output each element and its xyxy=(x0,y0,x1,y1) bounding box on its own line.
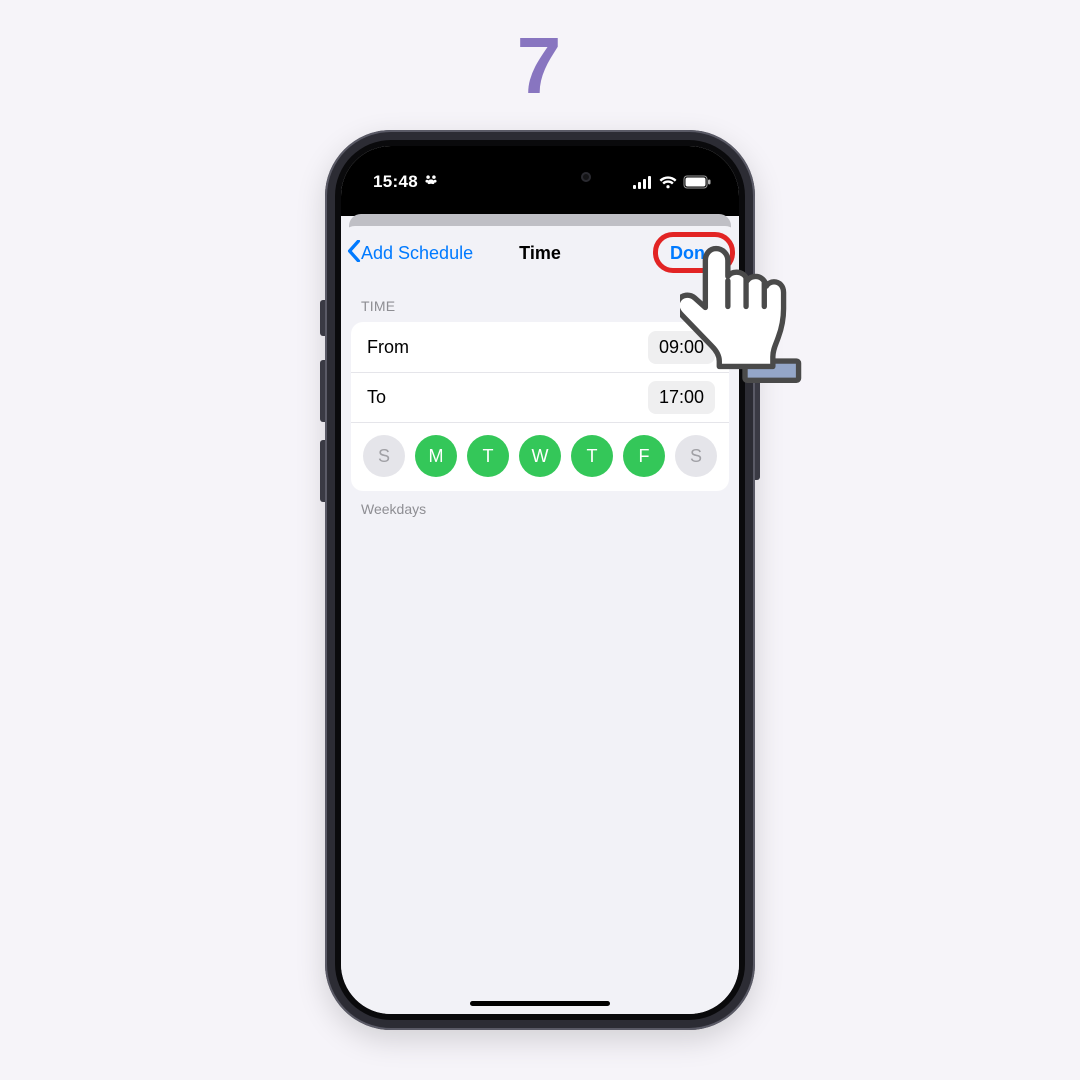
phone-volume-down xyxy=(320,440,325,502)
tutorial-step-number: 7 xyxy=(0,20,1080,112)
time-card: From 09:00 To 17:00 S M T W T F S xyxy=(351,322,729,491)
phone-side-button xyxy=(755,380,760,480)
day-toggle-wed[interactable]: W xyxy=(519,435,561,477)
days-footer: Weekdays xyxy=(341,491,739,527)
status-time: 15:48 xyxy=(373,172,418,192)
dynamic-island xyxy=(480,160,600,194)
to-label: To xyxy=(367,387,386,408)
to-row: To 17:00 xyxy=(351,372,729,422)
phone-volume-up xyxy=(320,360,325,422)
from-row: From 09:00 xyxy=(351,322,729,372)
days-row: S M T W T F S xyxy=(351,422,729,491)
home-indicator[interactable] xyxy=(470,1001,610,1006)
day-toggle-tue[interactable]: T xyxy=(467,435,509,477)
status-icons xyxy=(633,175,711,189)
day-toggle-sat[interactable]: S xyxy=(675,435,717,477)
phone-silent-switch xyxy=(320,300,325,336)
back-button[interactable]: Add Schedule xyxy=(347,240,473,267)
front-camera-icon xyxy=(581,172,591,182)
day-toggle-mon[interactable]: M xyxy=(415,435,457,477)
pointer-hand-icon xyxy=(680,240,810,395)
wifi-icon xyxy=(659,176,677,189)
chevron-left-icon xyxy=(347,240,359,267)
back-button-label: Add Schedule xyxy=(361,243,473,264)
nav-title: Time xyxy=(519,243,561,264)
battery-icon xyxy=(683,175,711,189)
status-paw-icon xyxy=(424,172,438,192)
from-label: From xyxy=(367,337,409,358)
day-toggle-fri[interactable]: F xyxy=(623,435,665,477)
day-toggle-sun[interactable]: S xyxy=(363,435,405,477)
day-toggle-thu[interactable]: T xyxy=(571,435,613,477)
status-time-group: 15:48 xyxy=(373,172,438,192)
cellular-signal-icon xyxy=(633,176,653,189)
